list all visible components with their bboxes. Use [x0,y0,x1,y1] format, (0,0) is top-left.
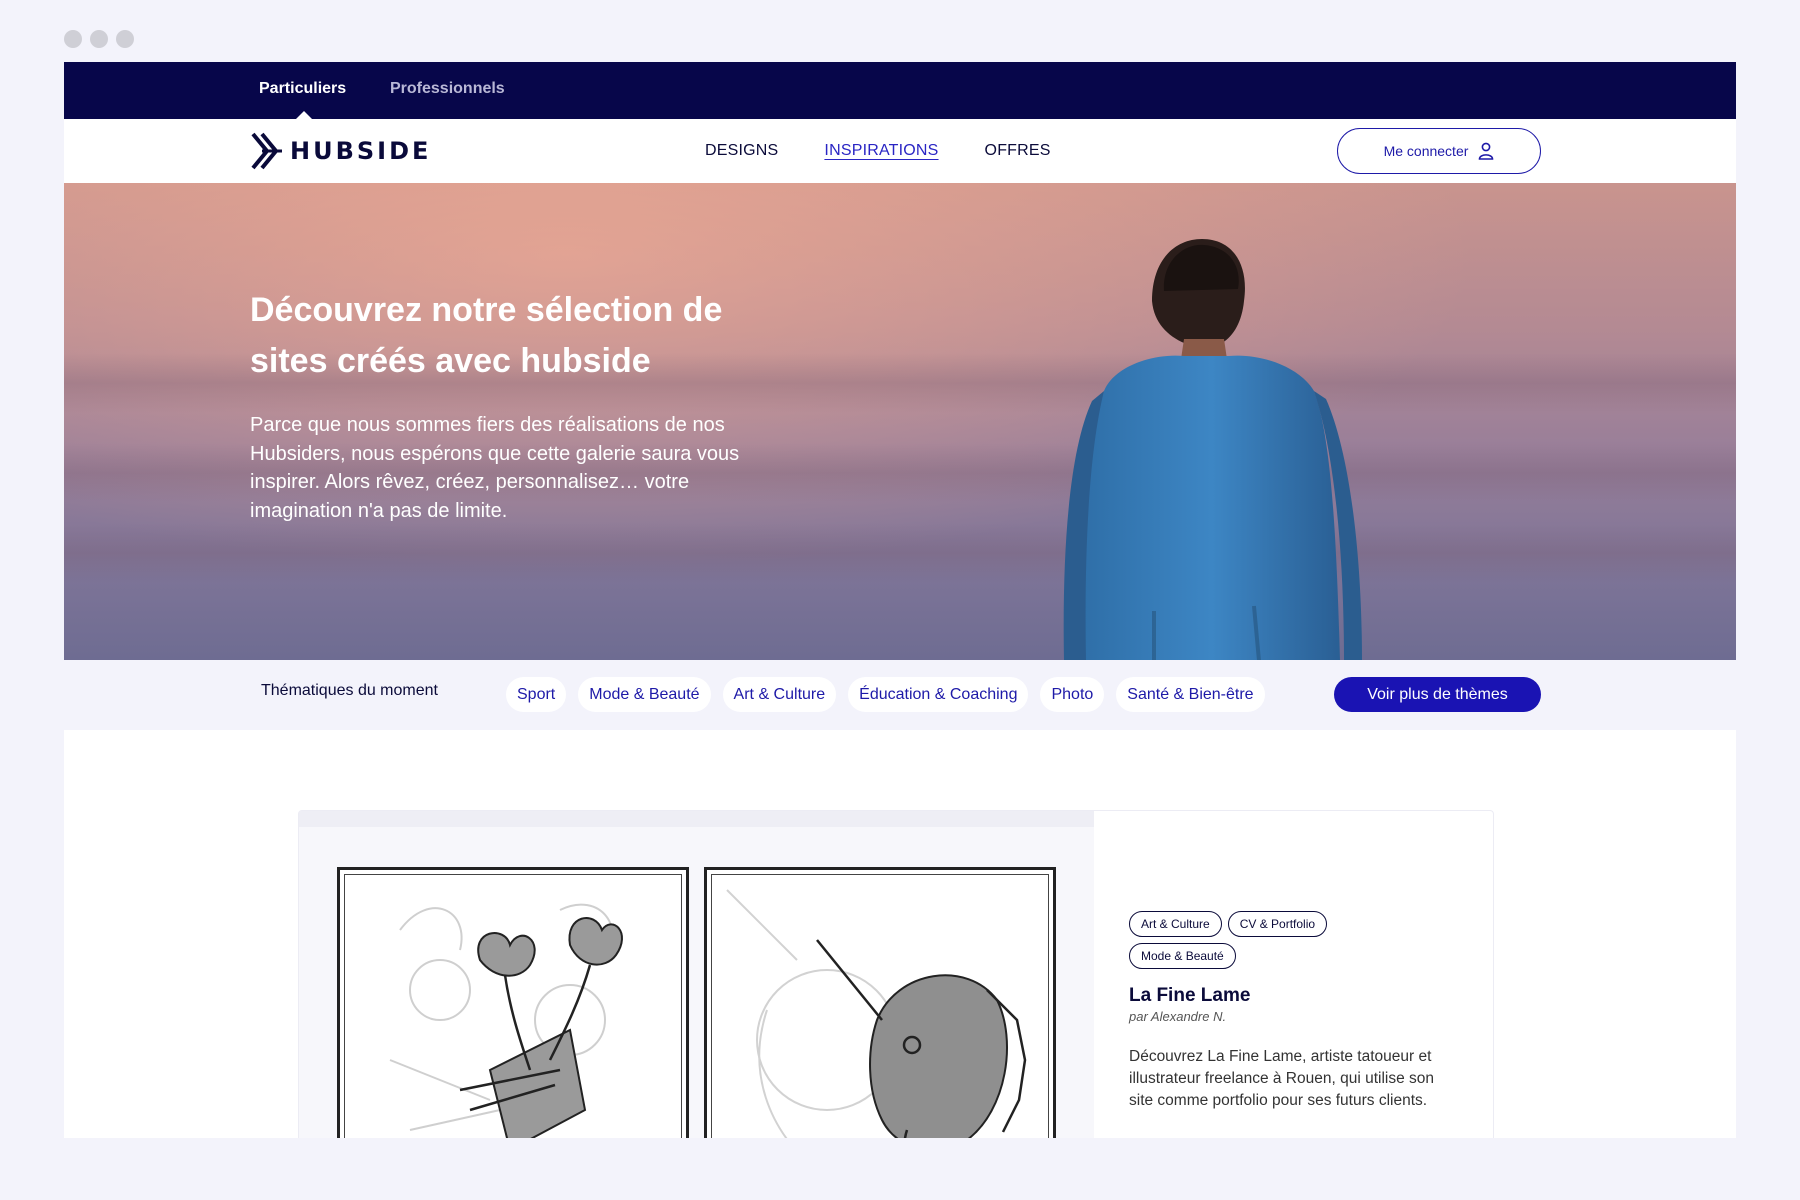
site-tags: Art & Culture CV & Portfolio Mode & Beau… [1129,911,1429,969]
mockup-browser-bar [299,811,1094,827]
more-themes-button[interactable]: Voir plus de thèmes [1334,677,1541,712]
theme-chip-fashion-beauty[interactable]: Mode & Beauté [578,677,711,712]
site-tag-art-culture[interactable]: Art & Culture [1129,911,1222,937]
user-icon [1479,142,1494,160]
theme-chip-sport[interactable]: Sport [506,677,567,712]
hero-title: Découvrez notre sélection de sites créés… [250,291,723,380]
theme-chip-education-coaching[interactable]: Éducation & Coaching [848,677,1029,712]
hero-person-image [1063,239,1362,660]
window-controls [64,30,134,48]
site-title[interactable]: La Fine Lame [1129,985,1459,1007]
site-card[interactable]: Art & Culture CV & Portfolio Mode & Beau… [298,810,1494,1138]
unicorn-drawing-icon [726,889,1027,1138]
nav-designs[interactable]: DESIGNS [705,142,778,160]
site-tag-cv-portfolio[interactable]: CV & Portfolio [1227,911,1328,937]
site-preview [299,827,1094,1138]
window-dot-minimize[interactable] [90,30,108,48]
site-author: par Alexandre N. [1129,1009,1227,1024]
site-showcase: Art & Culture CV & Portfolio Mode & Beau… [64,730,1736,1138]
hero-banner: Découvrez notre sélection de sites créés… [64,183,1736,660]
login-button[interactable]: Me connecter [1337,128,1541,174]
browser-viewport: Particuliers Professionnels HUBSIDE DESI… [64,62,1736,1138]
window-dot-maximize[interactable] [116,30,134,48]
illustration-flowers [337,867,689,1138]
brand-name: HUBSIDE [290,137,432,165]
site-tag-fashion-beauty[interactable]: Mode & Beauté [1129,943,1236,969]
nav-links: DESIGNS INSPIRATIONS OFFRES [705,119,1051,183]
theme-chip-health-wellbeing[interactable]: Santé & Bien-être [1116,677,1265,712]
illustration-unicorn [704,867,1056,1138]
main-navigation: HUBSIDE DESIGNS INSPIRATIONS OFFRES Me c… [64,119,1736,183]
themes-label: Thématiques du moment [261,682,438,699]
audience-bar: Particuliers Professionnels [64,62,1736,119]
theme-chip-art-culture[interactable]: Art & Culture [722,677,837,712]
active-tab-caret-icon [296,111,312,119]
tab-professionals[interactable]: Professionnels [390,62,505,119]
themes-bar: Thématiques du moment Sport Mode & Beaut… [64,660,1736,730]
nav-inspirations[interactable]: INSPIRATIONS [824,142,938,160]
window-dot-close[interactable] [64,30,82,48]
hubside-logo-icon [251,132,282,170]
brand-logo[interactable]: HUBSIDE [250,132,431,170]
site-info: Art & Culture CV & Portfolio Mode & Beau… [1129,911,1459,1112]
site-description: Découvrez La Fine Lame, artiste tatoueur… [1129,1048,1435,1109]
nav-offers[interactable]: OFFRES [985,142,1051,160]
theme-chips: Sport Mode & Beauté Art & Culture Éducat… [506,677,1265,712]
flower-drawing-icon [389,903,623,1138]
hero-description: Parce que nous sommes fiers des réalisat… [250,414,740,522]
theme-chip-photo[interactable]: Photo [1040,677,1105,712]
login-label: Me connecter [1383,143,1469,159]
hero-mist [64,523,1736,583]
